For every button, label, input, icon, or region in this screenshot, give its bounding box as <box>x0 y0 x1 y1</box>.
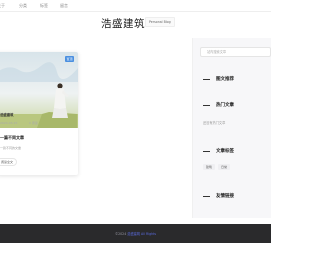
post-excerpt: 一篇不同的文章 <box>0 146 22 150</box>
top-nav: 关于 分类 标签 留言 <box>0 0 271 12</box>
post-author[interactable]: 浩盛建筑 <box>0 112 14 117</box>
read-more-button[interactable]: 阅读全文 <box>0 158 17 166</box>
widget-title-tags: 文章标签 <box>216 149 234 154</box>
sticky-badge: 置顶 <box>65 56 74 62</box>
nav-item-guestbook[interactable]: 留言 <box>60 3 68 9</box>
page: 关于 分类 标签 留言 浩盛建筑 Personal Blog <box>0 0 271 262</box>
site-subtitle-badge: Personal Blog <box>145 17 175 27</box>
widget-bar-icon <box>203 105 210 107</box>
widget-bar-icon <box>203 196 210 198</box>
widget-title-featured: 图文推荐 <box>216 77 234 82</box>
nav-item-tags[interactable]: 标签 <box>40 3 48 9</box>
post-views: 0 阅读 <box>29 121 38 125</box>
footer-link[interactable]: 浩盛建筑 All Rights <box>127 232 156 236</box>
tag-chip[interactable]: 日常 <box>218 164 231 170</box>
footer-copyright: ©2024 浩盛建筑 All Rights <box>0 231 271 236</box>
nav-item-categories[interactable]: 分类 <box>19 3 27 9</box>
widget-title-hot: 热门文章 <box>216 103 234 108</box>
nav-item-about[interactable]: 关于 <box>0 3 5 9</box>
search-input[interactable]: 站内搜索文章 <box>200 47 271 57</box>
widget-bar-icon <box>203 79 210 81</box>
footer: ©2024 浩盛建筑 All Rights <box>0 224 271 243</box>
site-title[interactable]: 浩盛建筑 <box>101 16 145 31</box>
sidebar <box>192 38 271 218</box>
widget-title-links: 友情链接 <box>216 194 234 199</box>
copyright-text: ©2024 <box>114 232 127 236</box>
tag-chip[interactable]: 建筑 <box>203 164 216 170</box>
post-title[interactable]: 一篇不同文章 <box>0 135 24 141</box>
hot-empty-text: 还没有热门文章 <box>203 121 226 125</box>
widget-bar-icon <box>203 151 210 153</box>
post-date: 2024-03-15 <box>0 121 18 125</box>
